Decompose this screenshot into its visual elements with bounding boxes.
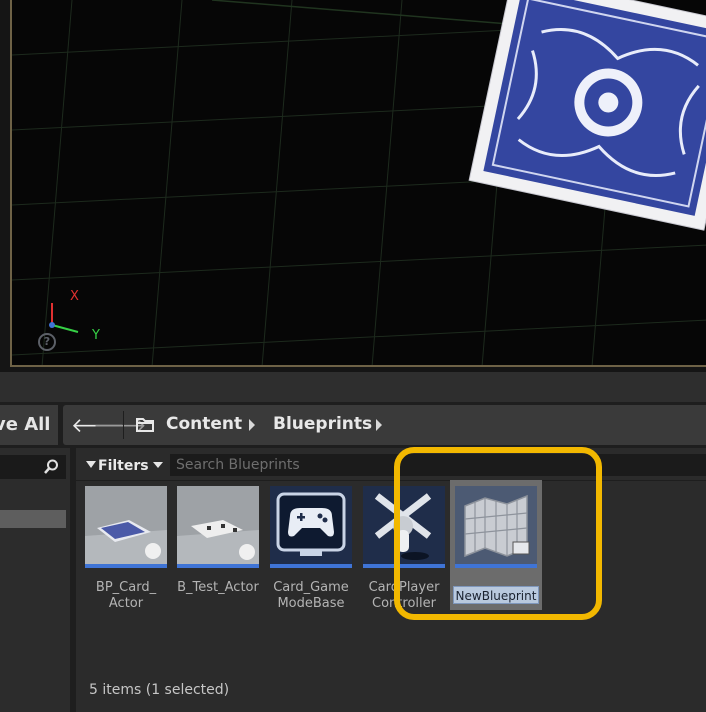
- search-icon: [44, 459, 58, 474]
- filter-icon: [86, 461, 96, 468]
- card-back-image: [468, 0, 706, 231]
- breadcrumb-blueprints[interactable]: Blueprints: [273, 414, 372, 434]
- save-all-label: ve All: [0, 414, 51, 435]
- asset-type-stripe: [85, 564, 167, 568]
- actor-blueprint-thumbnail: [85, 486, 167, 568]
- filters-label: Filters: [98, 458, 149, 474]
- path-bar: 🡐 🡒 Content Blueprints: [63, 405, 706, 445]
- nav-divider: [123, 411, 124, 439]
- asset-name-line1: Card_Game: [273, 580, 349, 595]
- folder-tree-selected-item[interactable]: [0, 510, 66, 528]
- divider: [76, 480, 706, 481]
- viewport-canvas[interactable]: X Y ?: [10, 0, 706, 367]
- asset-name: Card_Game ModeBase: [262, 580, 360, 612]
- axis-y-label: Y: [92, 328, 100, 343]
- game-mode-thumbnail: [270, 486, 352, 568]
- highlight-callout: [394, 447, 602, 620]
- actor-blueprint-thumbnail: [177, 486, 259, 568]
- breadcrumb-arrow-icon[interactable]: [376, 419, 382, 431]
- editor-window: X Y ? ve All 🡐 🡒 Content Blueprints: [0, 0, 706, 712]
- asset-name: BP_Card_ Actor: [77, 580, 175, 612]
- item-count-status: 5 items (1 selected): [89, 682, 230, 698]
- asset-type-stripe: [270, 564, 352, 568]
- sources-panel: [0, 448, 70, 712]
- breadcrumb-content[interactable]: Content: [166, 414, 242, 434]
- viewport-scene: [12, 0, 706, 365]
- filters-button[interactable]: Filters: [84, 455, 163, 477]
- breadcrumb-arrow-icon[interactable]: [249, 419, 255, 431]
- asset-name: B_Test_Actor: [169, 580, 267, 596]
- asset-tile[interactable]: Card_Game ModeBase: [270, 486, 352, 616]
- chevron-down-icon: [152, 462, 163, 468]
- save-all-button[interactable]: ve All: [0, 405, 58, 445]
- folder-icon: [136, 418, 154, 432]
- asset-name-line1: BP_Card_: [95, 580, 157, 595]
- folder-search-input[interactable]: [0, 455, 66, 479]
- asset-tile[interactable]: BP_Card_ Actor: [85, 486, 167, 616]
- asset-name-line2: Actor: [108, 596, 144, 611]
- panel-separator: [0, 372, 706, 402]
- asset-name-line1: B_Test_Actor: [177, 580, 259, 595]
- axis-x-label: X: [70, 289, 79, 304]
- level-viewport[interactable]: X Y ?: [0, 0, 706, 372]
- asset-view: Filters BP_Card_ Actor: [76, 448, 706, 712]
- asset-tile[interactable]: B_Test_Actor: [177, 486, 259, 616]
- asset-name-line2: ModeBase: [277, 596, 345, 611]
- asset-type-stripe: [177, 564, 259, 568]
- help-icon[interactable]: ?: [38, 333, 56, 351]
